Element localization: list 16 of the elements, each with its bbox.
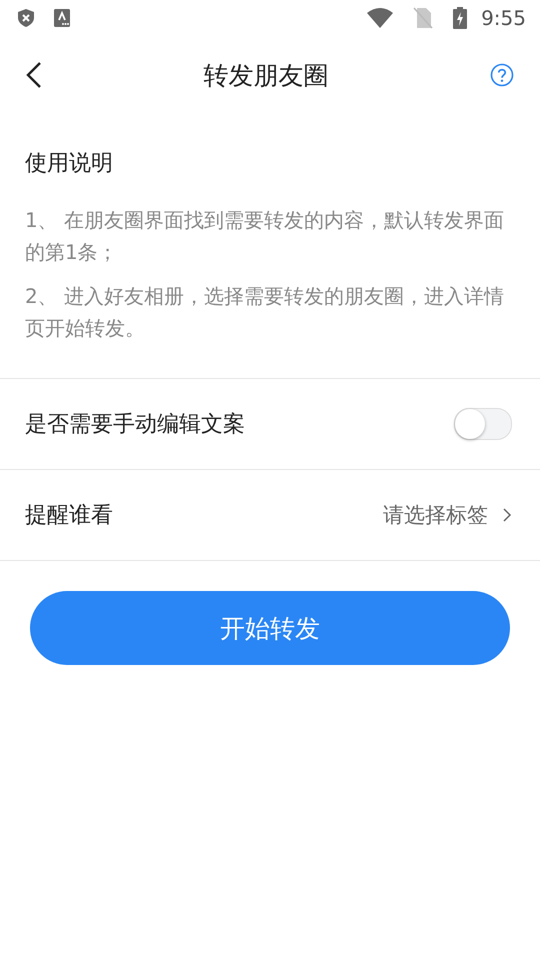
keyboard-icon (54, 9, 70, 27)
toggle-switch[interactable] (454, 408, 512, 440)
wifi-icon (367, 8, 394, 28)
no-sim-icon (413, 7, 434, 29)
tag-selector[interactable]: 请选择标签 (383, 501, 512, 529)
chevron-icon (502, 507, 512, 523)
instruction-text: 1、 在朋友圈界面找到需要转发的内容，默认转发界面的第1条； (25, 207, 506, 266)
instruction-text: 2、 进入好友相册，选择需要转发的朋友圈，进入详情页开始转发。 (25, 283, 506, 342)
section-title: 使用说明 (25, 150, 114, 178)
start-button[interactable]: 开始转发 (30, 591, 510, 665)
setting-label: 提醒谁看 (25, 502, 113, 530)
page-title: 转发朋友圈 (204, 60, 328, 92)
shield-icon (18, 9, 34, 27)
battery-charging-icon (453, 7, 468, 29)
setting-label: 是否需要手动编辑文案 (25, 411, 245, 439)
clock-time: 9:55 (481, 6, 526, 30)
